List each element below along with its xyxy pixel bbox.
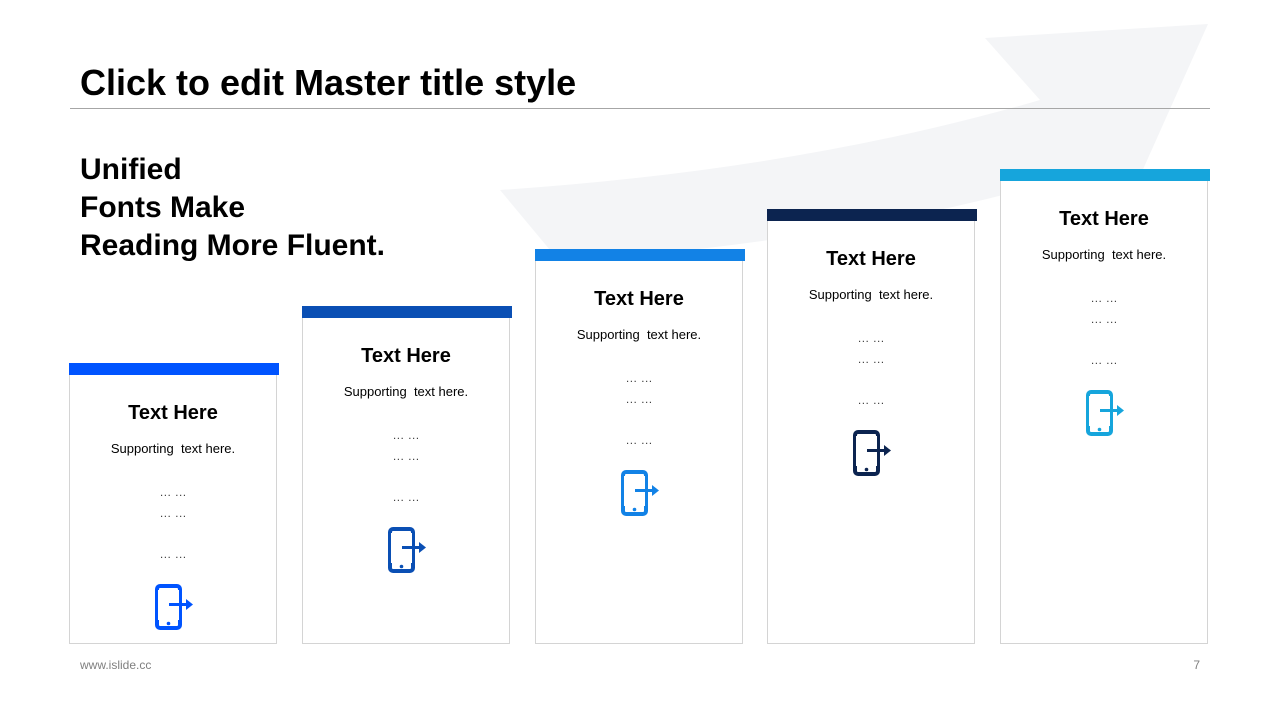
phone-exit-icon (621, 470, 659, 516)
card-placeholder-text: … … (857, 393, 885, 407)
step-card-1[interactable]: Text Here Supporting text here. … … … … … (69, 363, 279, 644)
phone-exit-icon (388, 527, 426, 573)
card-placeholder-text: … … (1090, 353, 1118, 367)
card-accent-bar (767, 209, 977, 221)
footer-url: www.islide.cc (80, 658, 152, 672)
card-placeholder-text: … … (392, 428, 420, 442)
card-placeholder-text: … … (625, 392, 653, 406)
card-supporting-text: Supporting text here. (808, 287, 934, 302)
card-supporting-text: Supporting text here. (576, 327, 702, 342)
phone-exit-icon (853, 430, 891, 476)
card-supporting-text: Supporting text here. (110, 441, 236, 456)
card-placeholder-text: … … (392, 449, 420, 463)
card-supporting-text: Supporting text here. (343, 384, 469, 399)
card-placeholder-text: … … (857, 352, 885, 366)
page-number: 7 (1193, 658, 1200, 672)
card-accent-bar (1000, 169, 1210, 181)
card-placeholder-text: … … (857, 331, 885, 345)
card-title: Text Here (594, 288, 684, 310)
step-card-2[interactable]: Text Here Supporting text here. … … … … … (302, 306, 512, 644)
card-placeholder-text: … … (625, 371, 653, 385)
card-title: Text Here (1059, 208, 1149, 230)
card-placeholder-text: … … (159, 485, 187, 499)
card-placeholder-text: … … (392, 490, 420, 504)
card-accent-bar (302, 306, 512, 318)
phone-exit-icon (1086, 390, 1124, 436)
card-placeholder-text: … … (1090, 291, 1118, 305)
slide-title[interactable]: Click to edit Master title style (80, 62, 576, 104)
slide-subtitle[interactable]: Unified Fonts Make Reading More Fluent. (80, 151, 385, 265)
card-placeholder-text: … … (1090, 312, 1118, 326)
subtitle-line: Reading More Fluent. (80, 229, 386, 262)
subtitle-line: Unified (80, 153, 182, 186)
step-card-3[interactable]: Text Here Supporting text here. … … … … … (535, 249, 745, 644)
card-accent-bar (535, 249, 745, 261)
subtitle-line: Fonts Make (80, 191, 246, 224)
phone-exit-icon (155, 584, 193, 630)
title-divider (70, 108, 1210, 109)
card-title: Text Here (361, 345, 451, 367)
step-card-4[interactable]: Text Here Supporting text here. … … … … … (767, 209, 977, 644)
card-placeholder-text: … … (159, 547, 187, 561)
card-placeholder-text: … … (159, 506, 187, 520)
card-placeholder-text: … … (625, 433, 653, 447)
card-supporting-text: Supporting text here. (1041, 247, 1167, 262)
card-title: Text Here (826, 248, 916, 270)
card-title: Text Here (128, 402, 218, 424)
step-card-5[interactable]: Text Here Supporting text here. … … … … … (1000, 169, 1210, 644)
card-accent-bar (69, 363, 279, 375)
